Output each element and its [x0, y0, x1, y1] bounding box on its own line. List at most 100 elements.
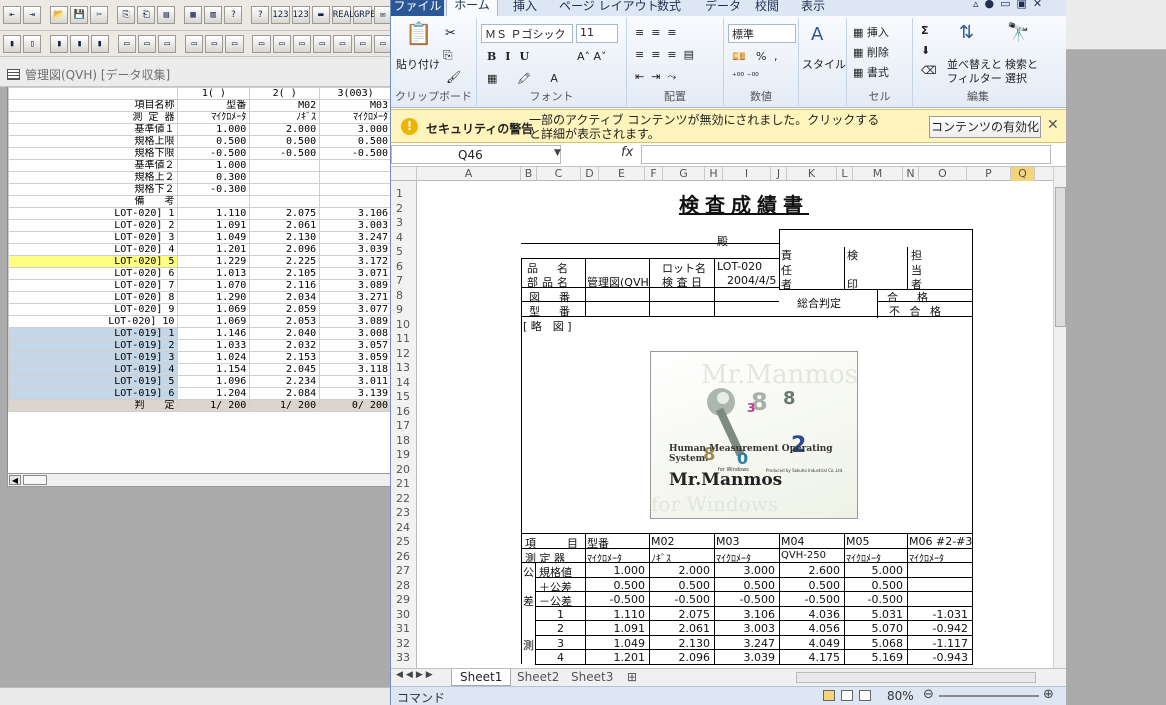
vertical-scrollbar[interactable] [1053, 167, 1066, 668]
name-box[interactable]: Q46 ▼ [391, 145, 561, 164]
vertical-scroll-thumb[interactable] [1055, 187, 1066, 327]
grid-cell[interactable]: 1.146 [177, 327, 251, 340]
row-header[interactable]: 18 [391, 434, 417, 447]
toolbar-button-2-8[interactable]: ▭ [158, 34, 177, 53]
grid-cell[interactable]: 0.300 [177, 171, 251, 184]
grid-cell[interactable]: 1.201 [177, 243, 251, 256]
page-break-view-icon[interactable] [859, 690, 871, 701]
toolbar-button-2-3[interactable]: ▮ [50, 34, 69, 53]
grid-cell[interactable]: 1.013 [177, 267, 251, 280]
sheet-tab-3[interactable]: Sheet3 [563, 669, 621, 686]
grid-cell[interactable]: 2.153 [249, 351, 321, 364]
grid-cell[interactable]: 1.154 [177, 363, 251, 376]
grid-cell[interactable]: M03 [319, 99, 392, 112]
row-header[interactable]: 15 [391, 390, 417, 403]
zoom-out-icon[interactable]: ⊖ [923, 687, 934, 702]
grid-cell[interactable]: 2.032 [249, 339, 321, 352]
grid-setting-row[interactable]: 規格下２ -0.300 [7, 183, 392, 196]
row-header[interactable]: 1 [391, 187, 417, 200]
window-controls[interactable]: ▵●▭▣✕ [973, 0, 1048, 10]
column-header[interactable]: Q [1011, 167, 1035, 181]
grid-setting-row[interactable]: 規格上２ 0.300 [7, 171, 392, 184]
tab-view[interactable]: 表示 [801, 0, 825, 14]
row-header[interactable]: 4 [391, 231, 417, 244]
grid-data-row[interactable]: LOT-019] 3 1.024 2.153 3.059 [7, 351, 392, 364]
grid-cell[interactable]: ﾉｷﾞｽ [249, 111, 321, 124]
grid-cell[interactable]: 型番 [177, 99, 251, 112]
grid-cell[interactable]: 3.172 [319, 255, 392, 268]
column-header[interactable]: G [663, 167, 705, 181]
toolbar-button-1-3[interactable]: 📂 [49, 6, 69, 24]
sort-filter-icon[interactable]: ⇅ [959, 22, 974, 43]
page-layout-view-icon[interactable] [841, 690, 853, 701]
toolbar-button-2-2[interactable]: ▯ [23, 34, 42, 53]
grid-cell[interactable] [319, 183, 392, 196]
comma-button[interactable]: , [774, 50, 778, 63]
grid-cell[interactable]: 2.045 [249, 363, 321, 376]
grid-data-row[interactable]: LOT-019] 1 1.146 2.040 3.008 [7, 327, 392, 340]
grid-data-row[interactable]: LOT-019] 4 1.154 2.045 3.118 [7, 363, 392, 376]
format-cells-button[interactable]: ▦ 書式 [853, 64, 889, 80]
grid-setting-row[interactable]: 基準値１ 1.000 2.000 3.000 [7, 123, 392, 136]
row-header[interactable]: 6 [391, 260, 417, 273]
toolbar-button-2-15[interactable]: ▭ [313, 34, 332, 53]
chevron-down-icon[interactable]: ▼ [554, 148, 561, 158]
grid-cell[interactable]: 0/ 200 [319, 399, 392, 412]
grid-cell[interactable]: 3.039 [319, 243, 392, 256]
column-header[interactable]: I [723, 167, 771, 181]
grid-cell[interactable]: ﾏｲｸﾛﾒｰﾀ [319, 111, 392, 124]
grid-data-row[interactable]: LOT-020] 6 1.013 2.105 3.071 [7, 267, 392, 280]
enable-content-button[interactable]: コンテンツの有効化 [929, 116, 1041, 138]
grid-setting-row[interactable]: 規格上限 0.500 0.500 0.500 [7, 135, 392, 148]
paste-icon[interactable]: 📋 [405, 22, 432, 47]
grid-cell[interactable] [177, 195, 251, 208]
grid-data-row[interactable]: LOT-019] 2 1.033 2.032 3.057 [7, 339, 392, 352]
grid-setting-row[interactable]: 測 定 器ﾏｲｸﾛﾒｰﾀ ﾉｷﾞｽ ﾏｲｸﾛﾒｰﾀ [7, 111, 392, 124]
row-header[interactable]: 28 [391, 579, 417, 592]
toolbar-button-2-17[interactable]: ▭ [353, 34, 372, 53]
row-header[interactable]: 17 [391, 419, 417, 432]
grid-cell[interactable]: 1.033 [177, 339, 251, 352]
grid-cell[interactable]: M02 [249, 99, 321, 112]
grid-data-row[interactable]: LOT-020] 2 1.091 2.061 3.003 [7, 219, 392, 232]
row-header[interactable]: 14 [391, 376, 417, 389]
toolbar-button-2-14[interactable]: ▭ [292, 34, 312, 53]
grid-cell[interactable]: 3.011 [319, 375, 392, 388]
horizontal-scrollbar[interactable]: ◀ [7, 473, 392, 487]
copy-icon[interactable]: ⎘ [443, 48, 453, 63]
toolbar-button-1-12[interactable]: ? [251, 6, 270, 24]
normal-view-icon[interactable] [823, 690, 835, 701]
insert-cells-button[interactable]: ▦ 挿入 [853, 24, 889, 40]
column-header[interactable]: E [599, 167, 645, 181]
mdi-window-title[interactable]: 管理図(QVH) [データ収集] [0, 57, 392, 87]
grid-cell[interactable]: 3.059 [319, 351, 392, 364]
toolbar-button-2-4[interactable]: ▮ [70, 34, 89, 53]
toolbar-button-2-13[interactable]: ▭ [272, 34, 291, 53]
grid-cell[interactable]: 1.110 [177, 207, 251, 220]
grid-cell[interactable]: 3.008 [319, 327, 392, 340]
row-header[interactable]: 11 [391, 332, 417, 345]
sheet-tab-2[interactable]: Sheet2 [509, 669, 567, 686]
grid-cell[interactable]: 3(003) [319, 87, 392, 100]
zoom-level[interactable]: 80% [887, 689, 914, 703]
grid-cell[interactable]: 1.070 [177, 279, 251, 292]
grid-cell[interactable]: 1.096 [177, 375, 251, 388]
grid-data-row[interactable]: LOT-020] 1 1.110 2.075 3.106 [7, 207, 392, 220]
grid-setting-row[interactable]: 規格下限 -0.500 -0.500 -0.500 [7, 147, 392, 160]
column-header[interactable]: B [521, 167, 537, 181]
toolbar-button-1-7[interactable]: ⎗ [137, 6, 156, 24]
grid-cell[interactable]: 1.091 [177, 219, 251, 232]
row-header[interactable]: 19 [391, 448, 417, 461]
column-header[interactable]: N [903, 167, 919, 181]
grid-cell[interactable]: 1.069 [177, 315, 251, 328]
grid-cell[interactable]: 3.057 [319, 339, 392, 352]
column-header[interactable]: P [967, 167, 1011, 181]
toolbar-button-2-5[interactable]: ▮ [90, 34, 109, 53]
select-label[interactable]: 選択 [1005, 70, 1027, 86]
row-header[interactable]: 27 [391, 564, 417, 577]
font-name-select[interactable]: ＭＳ Ｐゴシック [481, 24, 573, 43]
filter-label[interactable]: フィルター [947, 70, 1002, 86]
grid-cell[interactable]: 1/ 200 [177, 399, 251, 412]
tab-file[interactable]: ファイル [391, 0, 444, 16]
grid-cell[interactable]: 3.271 [319, 291, 392, 304]
